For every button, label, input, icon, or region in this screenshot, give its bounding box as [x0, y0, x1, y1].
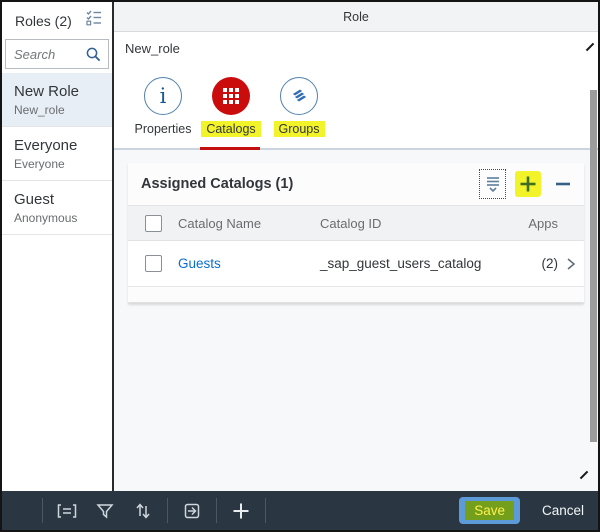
tab-label-highlighted: Groups	[274, 121, 325, 137]
table-header-row: Catalog Name Catalog ID Apps	[128, 206, 584, 241]
toolbar-separator	[265, 498, 266, 523]
properties-tab-circle: i	[144, 77, 182, 115]
panel-footer-spacer	[128, 287, 584, 302]
role-subtitle: New_role	[14, 103, 104, 117]
catalogs-tab-circle	[212, 77, 250, 115]
role-maintenance-window: Roles (2)	[0, 0, 600, 532]
table-row[interactable]: Guests _sap_guest_users_catalog (2)	[128, 241, 584, 287]
catalog-name-link[interactable]: Guests	[178, 256, 320, 271]
apps-count: (2)	[514, 256, 558, 271]
toolbar-separator	[167, 498, 168, 523]
roles-sidebar: Roles (2)	[2, 2, 114, 491]
legend-icon[interactable]	[48, 491, 86, 530]
add-catalog-icon[interactable]	[515, 171, 541, 197]
toolbar-separator	[216, 498, 217, 523]
icon-tab-bar: i Properties Catalogs	[114, 65, 598, 150]
role-title: Everyone	[14, 137, 104, 154]
sidebar-item-new-role[interactable]: New Role New_role	[2, 73, 112, 127]
grid-icon	[223, 88, 240, 105]
copy-icon[interactable]	[173, 491, 211, 530]
role-subtitle: Everyone	[14, 157, 104, 171]
groups-tab-circle	[280, 77, 318, 115]
filter-icon[interactable]	[86, 491, 124, 530]
assigned-catalogs-panel: Assigned Catalogs (1)	[128, 163, 584, 303]
roles-count-title: Roles (2)	[15, 13, 72, 29]
tab-properties[interactable]: i Properties	[129, 77, 197, 148]
role-title: New Role	[14, 83, 104, 100]
page-title: Role	[343, 10, 369, 24]
role-detail-area: Role New_role i Properties	[114, 2, 598, 491]
search-icon[interactable]	[85, 46, 102, 68]
groups-icon	[287, 82, 311, 111]
select-all-checkbox[interactable]	[145, 215, 162, 232]
footer-toolbar: Save Cancel	[2, 491, 598, 530]
tab-groups[interactable]: Groups	[265, 77, 333, 148]
chevron-right-icon[interactable]	[558, 257, 584, 271]
row-checkbox[interactable]	[145, 255, 162, 272]
section-title: Assigned Catalogs (1)	[141, 176, 479, 192]
object-header: New_role	[114, 32, 598, 65]
sidebar-header: Roles (2)	[2, 2, 112, 39]
sort-icon[interactable]	[124, 491, 162, 530]
tab-label: Properties	[135, 121, 192, 137]
add-icon[interactable]	[222, 491, 260, 530]
vertical-scrollbar[interactable]	[590, 90, 597, 442]
sidebar-item-everyone[interactable]: Everyone Everyone	[2, 127, 112, 181]
role-subtitle: Anonymous	[14, 211, 104, 225]
column-header-apps: Apps	[514, 216, 558, 231]
column-header-catalog-id: Catalog ID	[320, 216, 514, 231]
tab-label-highlighted: Catalogs	[201, 121, 260, 137]
role-title: Guest	[14, 191, 104, 208]
search-field-wrap	[5, 39, 109, 69]
column-header-catalog-name: Catalog Name	[178, 216, 320, 231]
multi-select-icon[interactable]	[85, 9, 103, 32]
role-name-title: New_role	[125, 41, 180, 56]
toolbar-separator	[42, 498, 43, 523]
shell-header: Role	[114, 2, 598, 32]
save-button[interactable]: Save	[459, 497, 520, 524]
cancel-button[interactable]: Cancel	[536, 499, 590, 522]
catalog-id-value: _sap_guest_users_catalog	[320, 256, 514, 271]
sidebar-item-guest[interactable]: Guest Anonymous	[2, 181, 112, 235]
collapse-icon[interactable]	[479, 169, 506, 199]
remove-catalog-icon[interactable]	[550, 171, 576, 197]
selected-tab-indicator	[200, 147, 260, 150]
tab-catalogs[interactable]: Catalogs	[197, 77, 265, 148]
info-icon: i	[160, 86, 167, 107]
save-button-label: Save	[465, 501, 514, 520]
